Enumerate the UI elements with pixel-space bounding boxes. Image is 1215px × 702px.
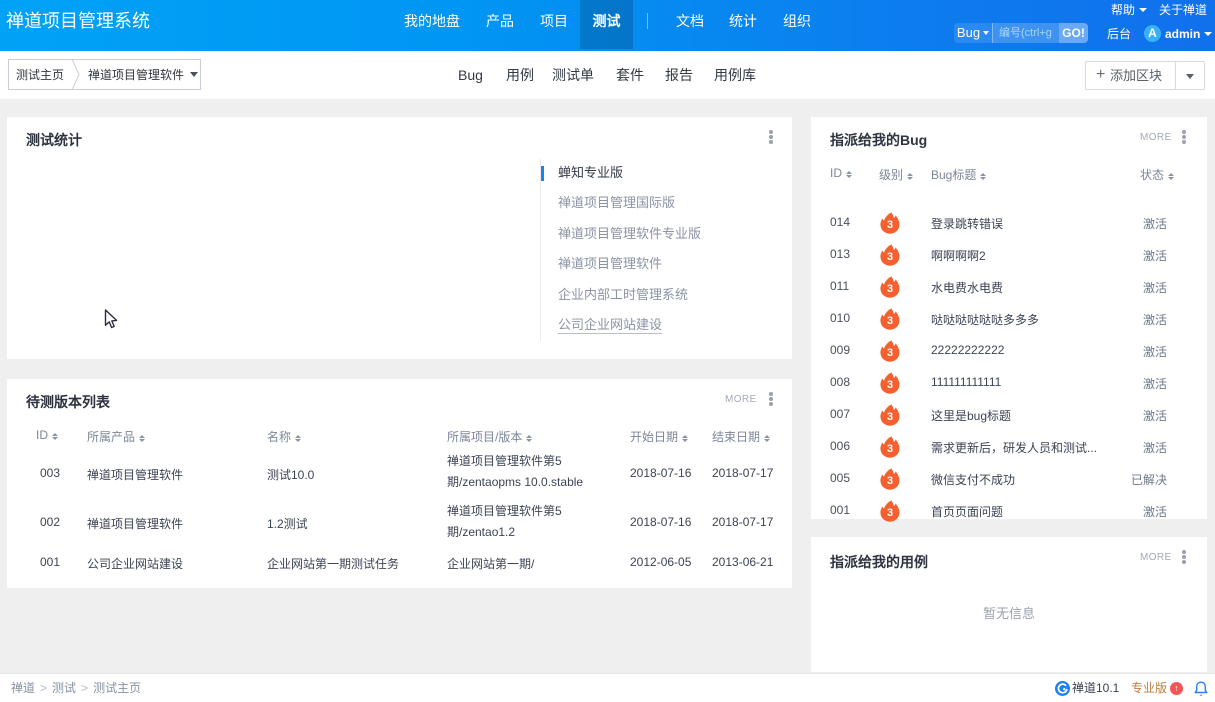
svg-text:3: 3 <box>887 347 893 359</box>
svg-text:3: 3 <box>887 251 893 263</box>
svg-text:3: 3 <box>887 315 893 327</box>
svg-text:3: 3 <box>887 411 893 423</box>
svg-text:3: 3 <box>887 443 893 455</box>
svg-text:3: 3 <box>887 379 893 391</box>
svg-text:3: 3 <box>887 507 893 519</box>
svg-text:3: 3 <box>887 283 893 295</box>
svg-text:3: 3 <box>887 219 893 231</box>
svg-text:3: 3 <box>887 475 893 487</box>
